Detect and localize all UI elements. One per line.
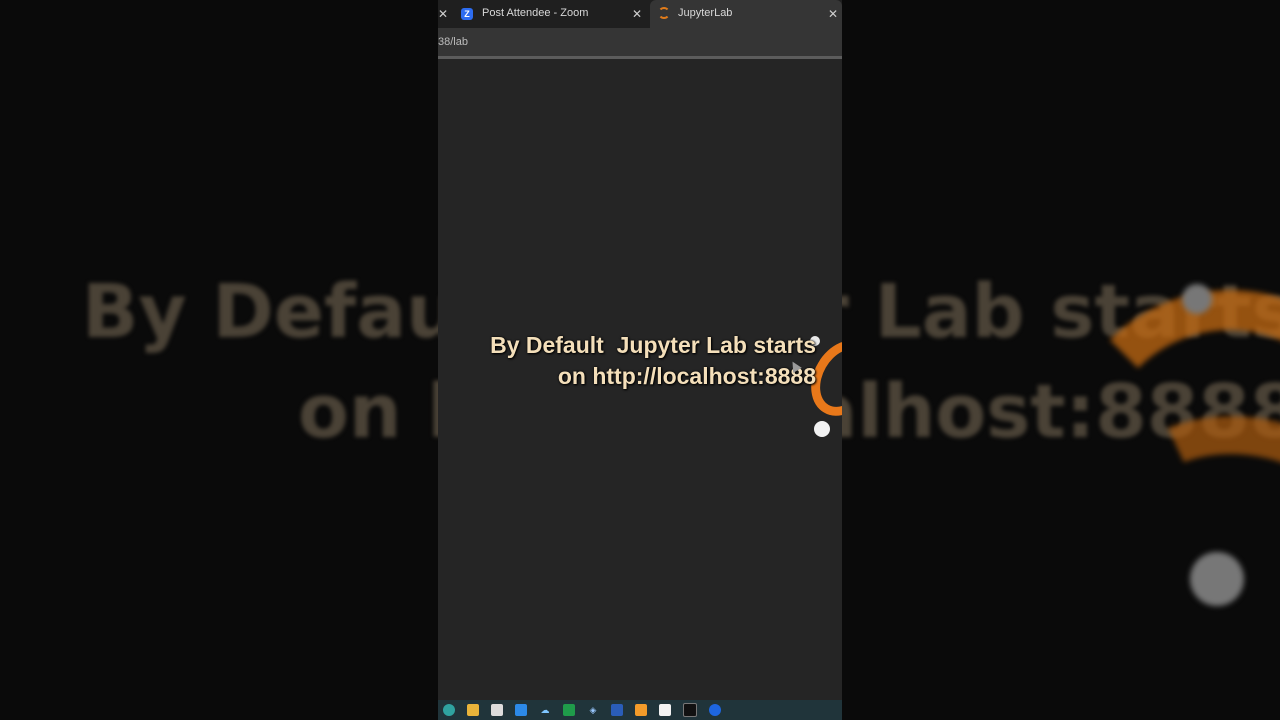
onedrive-icon[interactable]: ☁ <box>539 704 551 716</box>
close-icon[interactable]: ✕ <box>828 7 838 21</box>
url-text[interactable]: 38/lab <box>438 36 468 48</box>
close-icon[interactable]: ✕ <box>438 7 448 21</box>
tab-label: JupyterLab <box>678 7 733 19</box>
mail-icon[interactable] <box>515 704 527 716</box>
overlay-caption: By Default Jupyter Lab starts on http://… <box>490 332 816 389</box>
vscode-icon[interactable]: ◈ <box>587 704 599 716</box>
jupyter-icon <box>658 7 670 19</box>
edge-icon[interactable] <box>443 704 455 716</box>
loader-dot-large <box>814 421 830 437</box>
browser-window: ✕ Z Post Attendee - Zoom ✕ JupyterLab ✕ … <box>438 0 842 720</box>
documents-icon[interactable] <box>635 704 647 716</box>
tab-label: Post Attendee - Zoom <box>482 7 589 19</box>
background-dot-small <box>1182 284 1212 314</box>
close-icon[interactable]: ✕ <box>632 7 642 21</box>
powershell-icon[interactable] <box>611 704 623 716</box>
notepad-icon[interactable] <box>659 704 671 716</box>
tab-previous[interactable]: ✕ <box>438 0 450 28</box>
background-dot-large <box>1190 552 1244 606</box>
tab-jupyterlab[interactable]: JupyterLab ✕ <box>650 0 842 28</box>
excel-icon[interactable] <box>563 704 575 716</box>
loading-progress-bar <box>438 56 842 59</box>
file-explorer-icon[interactable] <box>467 704 479 716</box>
tab-bar: ✕ Z Post Attendee - Zoom ✕ JupyterLab ✕ <box>438 0 842 28</box>
taskbar: ☁ ◈ <box>438 700 842 720</box>
store-icon[interactable] <box>491 704 503 716</box>
zoom-icon: Z <box>461 8 473 20</box>
address-bar[interactable]: 38/lab <box>438 28 842 56</box>
tab-zoom[interactable]: Z Post Attendee - Zoom ✕ <box>452 0 648 28</box>
terminal-icon[interactable] <box>683 703 697 717</box>
app-icon[interactable] <box>709 704 721 716</box>
